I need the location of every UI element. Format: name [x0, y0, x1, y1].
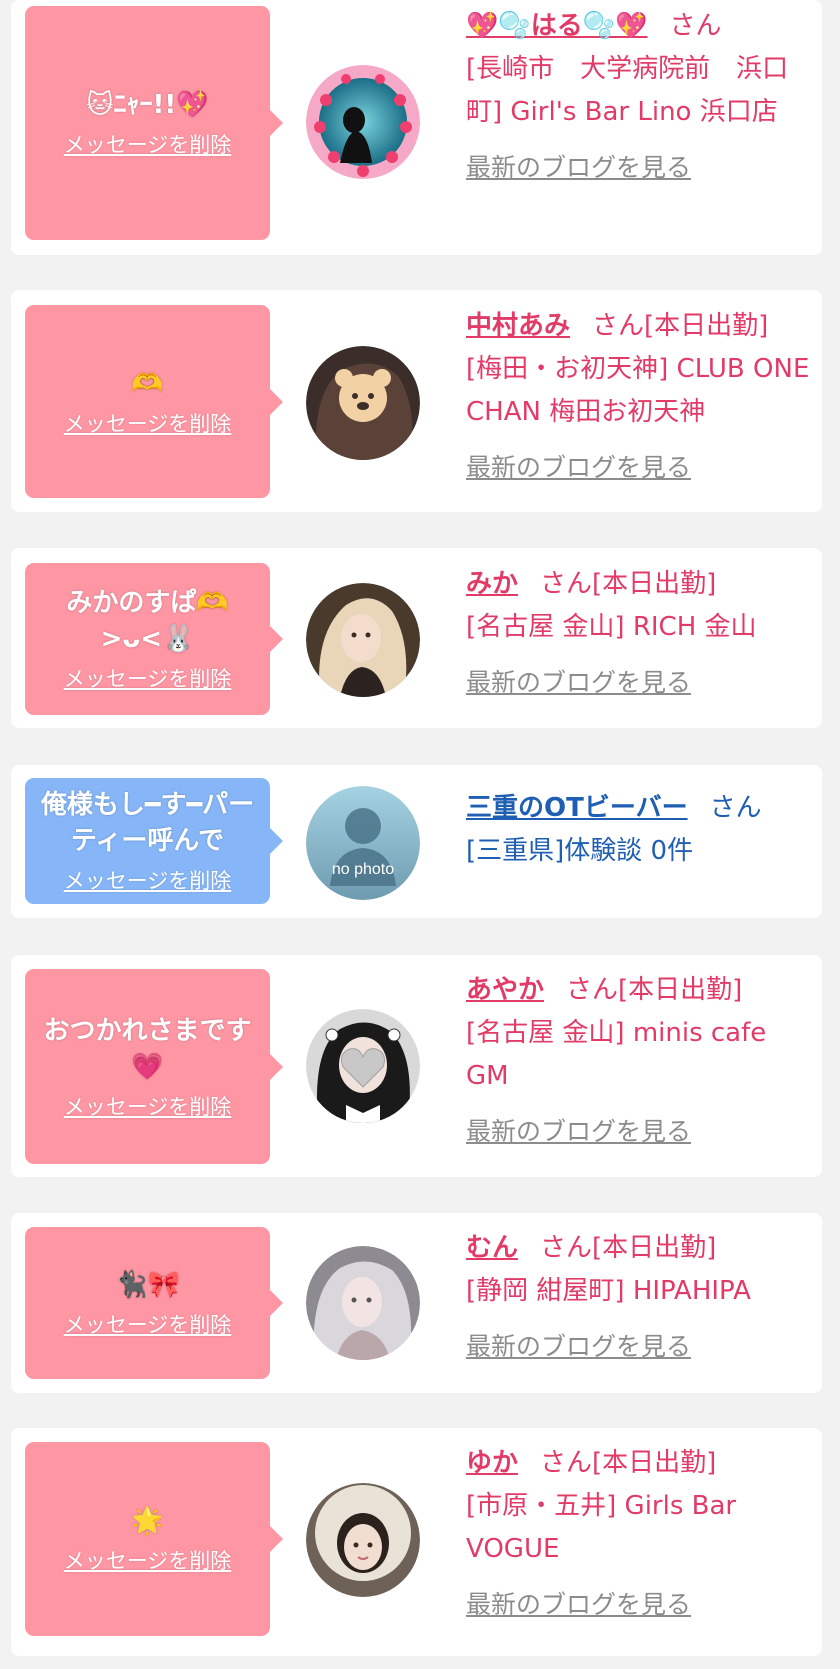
avatar[interactable]: [306, 1246, 420, 1360]
honorific: さん: [566, 975, 619, 1005]
message-card: 🌟 メッセージを削除 ゆか さん[本日出勤] [市原・五井] Girls Bar …: [11, 1428, 822, 1656]
shop-info: [静岡 紺屋町] HIPAHIPA: [466, 1276, 751, 1306]
bear-sticker-photo: [306, 346, 420, 460]
honorific: さん: [709, 793, 762, 823]
message-bubble: 🐱ﾆｬｰ!!💖 メッセージを削除: [25, 6, 283, 240]
message-card: 俺様もし━す━パーティー呼んで メッセージを削除 no photo 三重のOTビ…: [11, 765, 822, 918]
delete-message-link[interactable]: メッセージを削除: [64, 129, 232, 159]
message-card: 🫶 メッセージを削除 中村あみ さん[本日出勤] [梅田・お初天神] CLUB O…: [11, 290, 822, 512]
message-text: 🫶: [131, 368, 164, 399]
shop-info: [市原・五井] Girls Bar VOGUE: [466, 1491, 737, 1564]
latest-blog-link[interactable]: 最新のブログを見る: [466, 146, 691, 189]
message-text: 俺様もし━す━パーティー呼んで: [40, 790, 255, 856]
status-badge: [本日出勤]: [592, 1448, 717, 1478]
status-badge: [本日出勤]: [592, 569, 717, 599]
cast-info: あやか さん[本日出勤] [名古屋 金山] minis cafe GM 最新のブロ…: [466, 969, 811, 1154]
cast-info: 中村あみ さん[本日出勤] [梅田・お初天神] CLUB ONE CHAN 梅田お…: [466, 305, 811, 490]
cast-info: 三重のOTビーバー さん [三重県]体験談 0件: [466, 787, 811, 873]
honorific: さん: [540, 1448, 593, 1478]
avatar[interactable]: [306, 65, 420, 179]
cast-name-link[interactable]: 💖🫧はる🫧💖: [466, 11, 648, 41]
shop-info: [梅田・お初天神] CLUB ONE CHAN 梅田お初天神: [466, 354, 810, 427]
heart-frame-photo: [306, 65, 420, 179]
message-bubble: 🐈‍⬛🎀 メッセージを削除: [25, 1227, 283, 1379]
avatar[interactable]: [306, 583, 420, 697]
message-text: みかのすぱ🫶>ᴗ<🐰: [66, 588, 229, 654]
honorific: さん: [592, 311, 645, 341]
message-bubble: おつかれさまです💗 メッセージを削除: [25, 969, 283, 1164]
message-text: 🐈‍⬛🎀: [115, 1270, 180, 1300]
status-badge: [本日出勤]: [592, 1233, 717, 1263]
message-text: 🐱ﾆｬｰ!!💖: [86, 90, 209, 120]
message-bubble: みかのすぱ🫶>ᴗ<🐰 メッセージを削除: [25, 563, 283, 715]
message-card: おつかれさまです💗 メッセージを削除 あやか さん[本日出勤] [名古屋 金山] …: [11, 955, 822, 1177]
avatar[interactable]: [306, 346, 420, 460]
status-badge: [本日出勤]: [618, 975, 743, 1005]
message-card: 🐱ﾆｬｰ!!💖 メッセージを削除 💖🫧はる🫧💖 さん [長崎市 大学病院前 浜口…: [11, 0, 822, 255]
latest-blog-link[interactable]: 最新のブログを見る: [466, 661, 691, 704]
delete-message-link[interactable]: メッセージを削除: [64, 663, 232, 693]
message-card: 🐈‍⬛🎀 メッセージを削除 むん さん[本日出勤] [静岡 紺屋町] HIPAHI…: [11, 1213, 822, 1393]
reviewer-name-link[interactable]: 三重のOTビーバー: [466, 793, 688, 823]
cast-info: みか さん[本日出勤] [名古屋 金山] RICH 金山 最新のブログを見る: [466, 563, 811, 705]
shop-info: [名古屋 金山] RICH 金山: [466, 612, 757, 642]
latest-blog-link[interactable]: 最新のブログを見る: [466, 1110, 691, 1153]
message-bubble: 🌟 メッセージを削除: [25, 1442, 283, 1636]
blonde-photo: [306, 583, 420, 697]
latest-blog-link[interactable]: 最新のブログを見る: [466, 446, 691, 489]
pale-photo: [306, 1246, 420, 1360]
no-photo-placeholder: no photo: [306, 786, 420, 900]
delete-message-link[interactable]: メッセージを削除: [64, 1545, 232, 1575]
avatar[interactable]: [306, 1009, 420, 1123]
latest-blog-link[interactable]: 最新のブログを見る: [466, 1325, 691, 1368]
message-text: おつかれさまです💗: [43, 1015, 252, 1082]
cast-name-link[interactable]: あやか: [466, 975, 544, 1005]
cast-name-link[interactable]: 中村あみ: [466, 311, 570, 341]
cast-info: むん さん[本日出勤] [静岡 紺屋町] HIPAHIPA 最新のブログを見る: [466, 1227, 811, 1369]
fur-hood-photo: [306, 1483, 420, 1597]
delete-message-link[interactable]: メッセージを削除: [64, 1091, 232, 1121]
avatar[interactable]: no photo: [306, 786, 420, 900]
heart-sticker-photo: [306, 1009, 420, 1123]
no-photo-text: no photo: [332, 861, 394, 878]
delete-message-link[interactable]: メッセージを削除: [64, 865, 232, 895]
honorific: さん: [540, 569, 593, 599]
status-badge: [本日出勤]: [644, 311, 769, 341]
cast-name-link[interactable]: ゆか: [466, 1448, 518, 1478]
message-list: 🐱ﾆｬｰ!!💖 メッセージを削除 💖🫧はる🫧💖 さん [長崎市 大学病院前 浜口…: [0, 0, 840, 1669]
cast-name-link[interactable]: むん: [466, 1233, 518, 1263]
review-count-info: [三重県]体験談 0件: [466, 836, 694, 866]
message-text: 🌟: [131, 1506, 164, 1536]
cast-info: ゆか さん[本日出勤] [市原・五井] Girls Bar VOGUE 最新のブロ…: [466, 1442, 811, 1627]
cast-info: 💖🫧はる🫧💖 さん [長崎市 大学病院前 浜口町] Girl's Bar Lino…: [466, 5, 811, 190]
latest-blog-link[interactable]: 最新のブログを見る: [466, 1583, 691, 1626]
message-card: みかのすぱ🫶>ᴗ<🐰 メッセージを削除 みか さん[本日出勤] [名古屋 金山] …: [11, 548, 822, 728]
message-bubble: 🫶 メッセージを削除: [25, 305, 283, 498]
avatar[interactable]: [306, 1483, 420, 1597]
delete-message-link[interactable]: メッセージを削除: [64, 1309, 232, 1339]
delete-message-link[interactable]: メッセージを削除: [64, 408, 232, 438]
shop-info: [長崎市 大学病院前 浜口町] Girl's Bar Lino 浜口店: [466, 54, 789, 127]
honorific: さん: [540, 1233, 593, 1263]
message-bubble: 俺様もし━す━パーティー呼んで メッセージを削除: [25, 778, 283, 904]
honorific: さん: [669, 11, 722, 41]
shop-info: [名古屋 金山] minis cafe GM: [466, 1018, 767, 1091]
cast-name-link[interactable]: みか: [466, 569, 518, 599]
